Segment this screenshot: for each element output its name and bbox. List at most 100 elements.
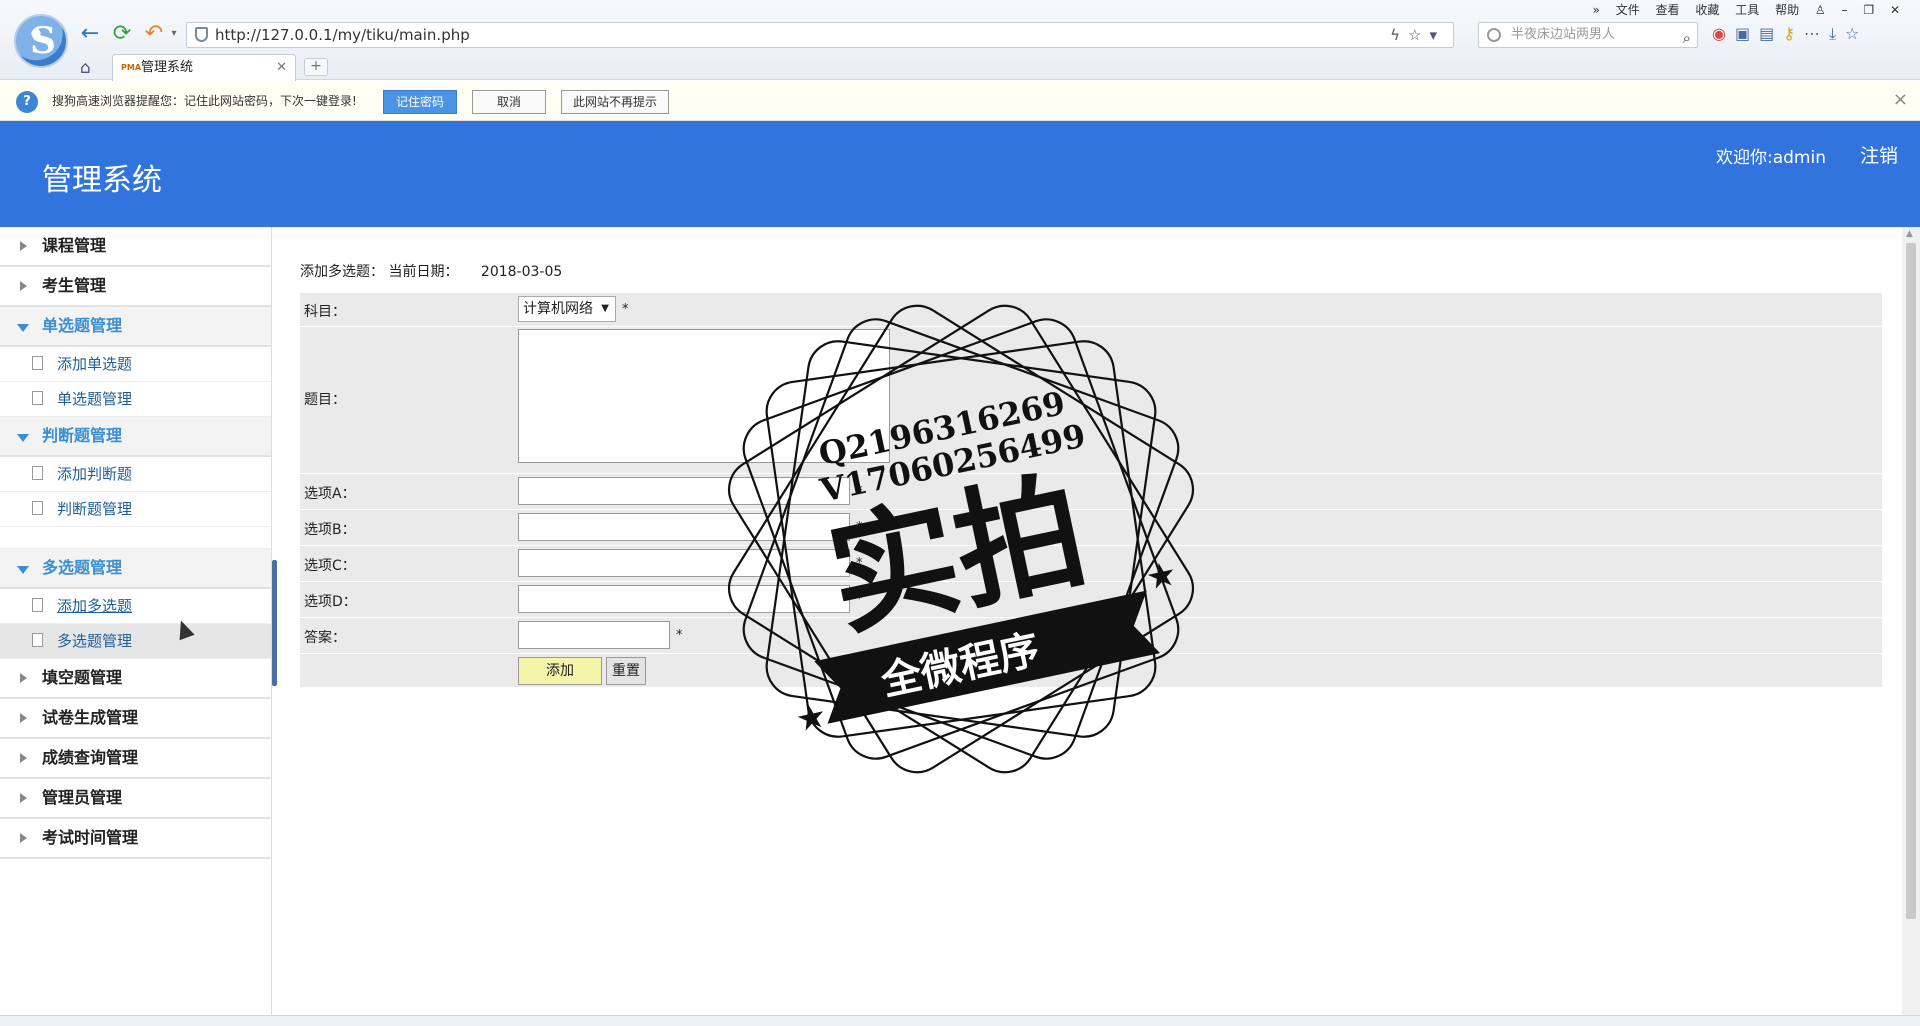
sidebar-subitem-manage-multi[interactable]: 多选题管理 xyxy=(0,624,271,659)
key-icon[interactable]: ⚷ xyxy=(1783,24,1804,43)
date-label: 当前日期： xyxy=(388,264,459,280)
option-c-input[interactable] xyxy=(518,549,850,577)
sidebar-item-judge[interactable]: 判断题管理 xyxy=(0,417,271,457)
close-window-icon[interactable]: ✕ xyxy=(1890,3,1900,17)
sidebar-subitem-manage-single[interactable]: 单选题管理 xyxy=(0,382,271,417)
caret-right-icon xyxy=(20,753,27,763)
sidebar-item-multi-choice[interactable]: 多选题管理 xyxy=(0,549,271,589)
sidebar-item-paper[interactable]: 试卷生成管理 xyxy=(0,699,271,739)
sidebar-item-student[interactable]: 考生管理 xyxy=(0,267,271,307)
required-mark: * xyxy=(622,302,629,317)
current-date: 2018-03-05 xyxy=(480,264,563,280)
sidebar-item-label: 考生管理 xyxy=(42,276,107,295)
download-icon[interactable]: ⤓ xyxy=(1829,24,1845,43)
menu-view[interactable]: 查看 xyxy=(1656,3,1680,17)
infobar-message: 搜狗高速浏览器提醒您：记住此网站密码，下次一键登录! xyxy=(52,94,357,108)
skin-icon[interactable]: ♙ xyxy=(1815,3,1826,17)
sidebar-subitem-manage-judge[interactable]: 判断题管理 xyxy=(0,492,271,527)
never-remind-button[interactable]: 此网站不再提示 xyxy=(561,90,669,114)
question-textarea[interactable] xyxy=(518,329,890,463)
remember-password-button[interactable]: 记住密码 xyxy=(383,90,457,114)
option-c-label: 选项C： xyxy=(304,558,356,574)
restore-icon[interactable]: ❐ xyxy=(1863,3,1874,17)
option-b-input[interactable] xyxy=(518,513,850,541)
sidebar-subitem-label: 添加单选题 xyxy=(57,355,133,373)
sidebar-subitem-add-multi[interactable]: 添加多选题 xyxy=(0,589,271,624)
minimize-icon[interactable]: – xyxy=(1842,3,1848,17)
page-scrollbar[interactable]: ▲ xyxy=(1902,227,1920,1015)
more-icon[interactable]: ⋯ xyxy=(1804,24,1829,43)
sidebar-subitem-add-single[interactable]: 添加单选题 xyxy=(0,347,271,382)
favorite-star-icon[interactable]: ☆ xyxy=(1845,24,1868,43)
cancel-button[interactable]: 取消 xyxy=(472,90,546,114)
new-tab-button[interactable]: + xyxy=(304,58,328,76)
subject-row: 科目： 计算机网络 ▼ * xyxy=(300,293,1882,327)
tab-main[interactable]: PMA 管理系统 ✕ xyxy=(112,54,296,81)
shield-icon xyxy=(195,27,208,42)
caret-right-icon xyxy=(20,281,27,291)
document-icon xyxy=(32,598,43,612)
sidebar-item-label: 单选题管理 xyxy=(42,316,123,335)
phpmyadmin-favicon-icon: PMA xyxy=(121,63,142,72)
menu-favorites[interactable]: 收藏 xyxy=(1695,3,1719,17)
close-tab-icon[interactable]: ✕ xyxy=(276,55,287,81)
tab-title: 管理系统 xyxy=(141,60,194,75)
home-icon[interactable]: ⌂ xyxy=(80,58,91,78)
sidebar-item-label: 填空题管理 xyxy=(42,668,123,687)
required-mark: * xyxy=(856,556,863,571)
chevron-down-icon[interactable]: ▾ xyxy=(1429,26,1445,44)
close-infobar-icon[interactable]: × xyxy=(1893,89,1908,110)
main-content: 添加多选题： 当前日期： 2018-03-05 科目： 计算机网络 ▼ * 题目… xyxy=(282,227,1902,1015)
chevron-down-icon[interactable]: ▾ xyxy=(162,22,186,46)
option-a-input[interactable] xyxy=(518,477,850,505)
option-d-input[interactable] xyxy=(518,585,850,613)
answer-input[interactable] xyxy=(518,621,670,649)
menu-file[interactable]: 文件 xyxy=(1616,3,1640,17)
logout-link[interactable]: 注销 xyxy=(1860,141,1898,168)
scrollbar-thumb[interactable] xyxy=(1906,243,1916,919)
search-icon[interactable]: ⌕ xyxy=(1683,26,1691,50)
star-icon[interactable]: ☆ xyxy=(1408,26,1429,44)
browser-menu: » 文件 查看 收藏 工具 帮助 ♙ – ❐ ✕ xyxy=(1581,1,1900,18)
sidebar-item-admin[interactable]: 管理员管理 xyxy=(0,779,271,819)
form-heading: 添加多选题： xyxy=(300,264,384,280)
sidebar-item-score[interactable]: 成绩查询管理 xyxy=(0,739,271,779)
bookmark-icon[interactable]: ▤ xyxy=(1759,24,1783,43)
document-icon xyxy=(32,466,43,480)
caret-right-icon xyxy=(20,241,27,251)
sidebar-item-fill[interactable]: 填空题管理 xyxy=(0,659,271,699)
password-infobar: ? 搜狗高速浏览器提醒您：记住此网站密码，下次一键登录! 记住密码 取消 此网站… xyxy=(0,81,1920,121)
menu-expand-icon[interactable]: » xyxy=(1593,3,1600,17)
sidebar-item-single-choice[interactable]: 单选题管理 xyxy=(0,307,271,347)
sidebar-item-label: 判断题管理 xyxy=(42,426,123,445)
scroll-up-icon[interactable]: ▲ xyxy=(1906,229,1913,239)
menu-help[interactable]: 帮助 xyxy=(1775,3,1799,17)
add-button[interactable]: 添加 xyxy=(518,657,602,685)
menu-tools[interactable]: 工具 xyxy=(1735,3,1759,17)
search-box[interactable]: 半夜床边站两男人 ⌕ xyxy=(1478,22,1698,48)
sidebar-subitem-label: 判断题管理 xyxy=(57,500,133,518)
dropdown-arrow-icon: ▼ xyxy=(601,303,609,314)
lightning-icon[interactable]: ϟ xyxy=(1390,26,1408,44)
sidebar-item-course[interactable]: 课程管理 xyxy=(0,227,271,267)
refresh-icon[interactable]: ⟳ xyxy=(110,22,134,46)
address-bar[interactable]: http://127.0.0.1/my/tiku/main.php ϟ☆▾ xyxy=(186,22,1454,48)
sidebar-item-label: 考试时间管理 xyxy=(42,828,139,847)
subject-select[interactable]: 计算机网络 ▼ xyxy=(518,296,616,322)
required-mark: * xyxy=(856,484,863,499)
option-a-row: 选项A： * xyxy=(300,474,1882,510)
weibo-icon[interactable]: ◉ xyxy=(1712,24,1735,43)
sidebar-scrollbar[interactable] xyxy=(272,560,277,686)
sidebar-item-label: 试卷生成管理 xyxy=(42,708,139,727)
welcome-text: 欢迎你:admin xyxy=(1716,148,1826,168)
sogou-logo-icon[interactable]: S xyxy=(14,14,68,68)
sidebar-item-exam-time[interactable]: 考试时间管理 xyxy=(0,819,271,859)
caret-right-icon xyxy=(20,793,27,803)
sidebar-subitem-label: 添加判断题 xyxy=(57,465,133,483)
reset-button[interactable]: 重置 xyxy=(606,657,646,685)
back-arrow-icon[interactable]: ← xyxy=(78,22,102,46)
caret-down-icon xyxy=(17,566,29,574)
subject-label: 科目： xyxy=(304,304,346,320)
sidebar-subitem-add-judge[interactable]: 添加判断题 xyxy=(0,457,271,492)
screenshot-icon[interactable]: ▣ xyxy=(1735,24,1759,43)
